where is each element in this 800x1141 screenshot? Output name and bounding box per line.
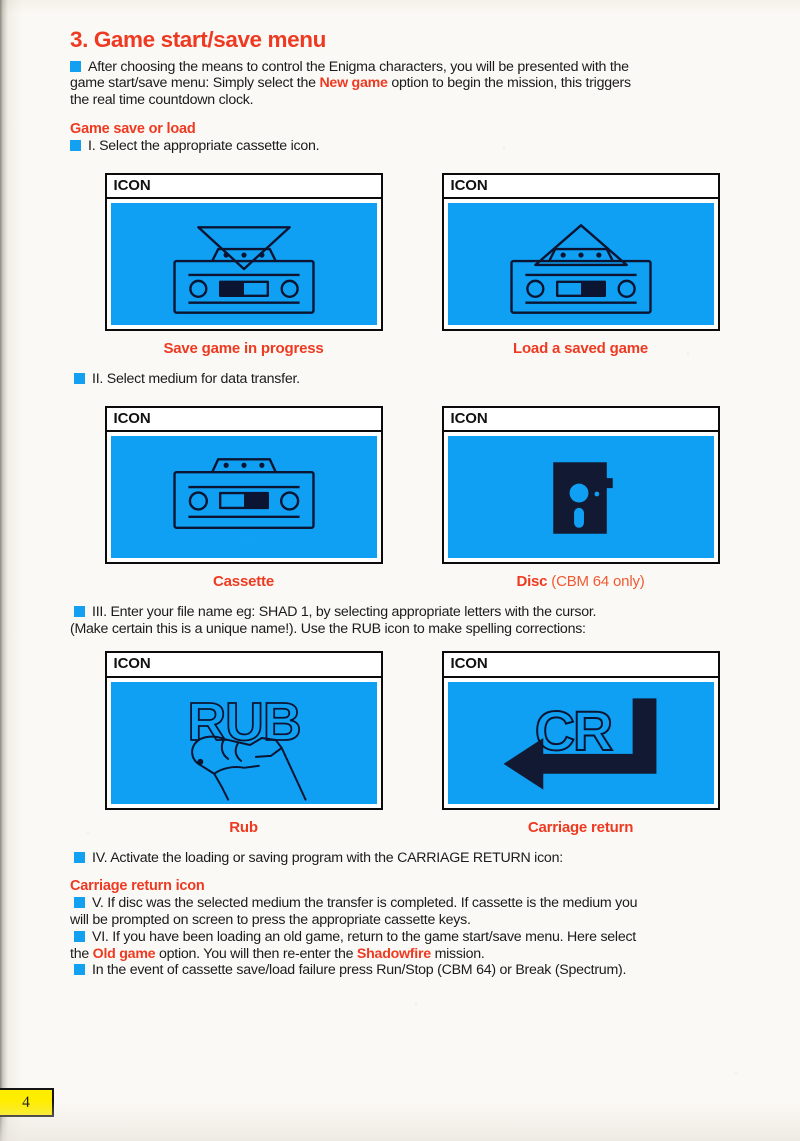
intro-line-3: the real time countdown clock. (70, 92, 254, 109)
icon-box-rub[interactable]: ICON RUB (104, 651, 383, 810)
step-1-label: I. Select the appropriate cassette icon. (88, 137, 320, 154)
icon-box-header: ICON (443, 653, 718, 678)
bullet-square-icon (70, 139, 81, 151)
intro-line-2-pre: game start/save menu: Simply select the (70, 75, 320, 92)
intro-line-1: After choosing the means to control the … (88, 58, 629, 75)
figure-save-game: ICON Save game in progress (104, 172, 383, 357)
step-5-text: V. If disc was the selected medium the t… (70, 895, 754, 929)
icon-row-rub-cr: ICON RUB Rub ICON CR Carriage return (104, 651, 720, 836)
step-2-label: II. Select medium for data transfer. (92, 370, 300, 387)
bullet-square-icon (70, 60, 81, 72)
caption-disc-main: Disc (516, 572, 548, 590)
caption-cassette: Cassette (213, 572, 274, 590)
new-game-term: New game (319, 75, 388, 92)
bullet-square-icon (74, 930, 85, 942)
caption-rub: Rub (229, 818, 258, 836)
icon-box-header: ICON (106, 407, 381, 432)
step-6-line-2-post: mission. (430, 945, 485, 962)
step-3-line-1: III. Enter your file name eg: SHAD 1, by… (92, 603, 597, 620)
icon-box-load-game[interactable]: ICON (441, 172, 720, 331)
step-1-text: I. Select the appropriate cassette icon. (70, 138, 754, 155)
step-3-line-2: (Make certain this is a unique name!). U… (70, 620, 586, 637)
caption-disc: Disc (CBM 64 only) (442, 573, 720, 590)
caption-load-game: Load a saved game (513, 339, 648, 357)
cassette-icon (110, 435, 377, 558)
step-6-text: VI. If you have been loading an old game… (70, 929, 754, 963)
step-6-line-1: VI. If you have been loading an old game… (92, 928, 637, 945)
icon-box-save-game[interactable]: ICON (104, 172, 383, 331)
figure-load-game: ICON Load a saved game (441, 172, 720, 357)
carriage-return-icon: CR (447, 681, 714, 804)
step-5-line-2: will be prompted on screen to press the … (70, 912, 471, 929)
step-4-text: IV. Activate the loading or saving progr… (70, 850, 754, 867)
subheading-carriage-return-icon: Carriage return icon (70, 878, 205, 895)
bullet-square-icon (74, 851, 85, 863)
caption-carriage-return: Carriage return (527, 818, 634, 836)
step-3-text: III. Enter your file name eg: SHAD 1, by… (70, 604, 754, 638)
icon-box-header: ICON (106, 174, 381, 199)
page-content: 3. Game start/save menu After choosing t… (70, 28, 754, 979)
step-6-line-2-mid: option. You will then re-enter the (155, 945, 357, 962)
subheading-game-save-or-load: Game save or load (70, 120, 196, 137)
intro-paragraph: After choosing the means to control the … (70, 59, 754, 109)
icon-box-header: ICON (443, 174, 718, 199)
step-7-label: In the event of cassette save/load failu… (92, 962, 627, 979)
old-game-term: Old game (92, 945, 156, 962)
shadowfire-term: Shadowfire (356, 945, 431, 962)
icon-box-disc[interactable]: ICON (441, 405, 720, 564)
step-5-line-1: V. If disc was the selected medium the t… (92, 895, 638, 912)
icon-box-carriage-return[interactable]: ICON CR (441, 651, 720, 810)
bullet-square-icon (74, 897, 85, 909)
figure-rub: ICON RUB Rub (104, 651, 383, 836)
svg-text:CR: CR (534, 700, 611, 762)
step-4-label: IV. Activate the loading or saving progr… (92, 849, 563, 866)
icon-box-header: ICON (443, 407, 718, 432)
bullet-square-icon (74, 964, 85, 976)
icon-box-header: ICON (106, 653, 381, 678)
page-number-badge: 4 (0, 1088, 54, 1117)
step-7-text: In the event of cassette save/load failu… (70, 962, 754, 979)
figure-disc: ICON Disc (CBM 64 only) (441, 405, 720, 590)
step-6-line-2-pre: the (70, 945, 93, 962)
page-title: 3. Game start/save menu (70, 27, 326, 52)
floppy-disc-icon (447, 435, 714, 558)
load-cassette-icon (447, 202, 714, 325)
figure-carriage-return: ICON CR Carriage return (441, 651, 720, 836)
icon-row-medium: ICON Cassette ICON Disc (CBM 64 only) (104, 405, 720, 590)
bullet-square-icon (74, 605, 85, 617)
icon-row-save-load: ICON Save game in progress ICON Load a s… (104, 172, 720, 357)
bullet-square-icon (74, 372, 85, 384)
rub-hand-icon: RUB (110, 681, 377, 804)
caption-disc-suffix: (CBM 64 only) (547, 572, 645, 590)
intro-line-2-post: option to begin the mission, this trigge… (387, 75, 631, 92)
caption-save-game: Save game in progress (163, 339, 324, 357)
save-cassette-icon (110, 202, 377, 325)
step-2-text: II. Select medium for data transfer. (70, 371, 754, 388)
icon-box-cassette[interactable]: ICON (104, 405, 383, 564)
figure-cassette: ICON Cassette (104, 405, 383, 590)
